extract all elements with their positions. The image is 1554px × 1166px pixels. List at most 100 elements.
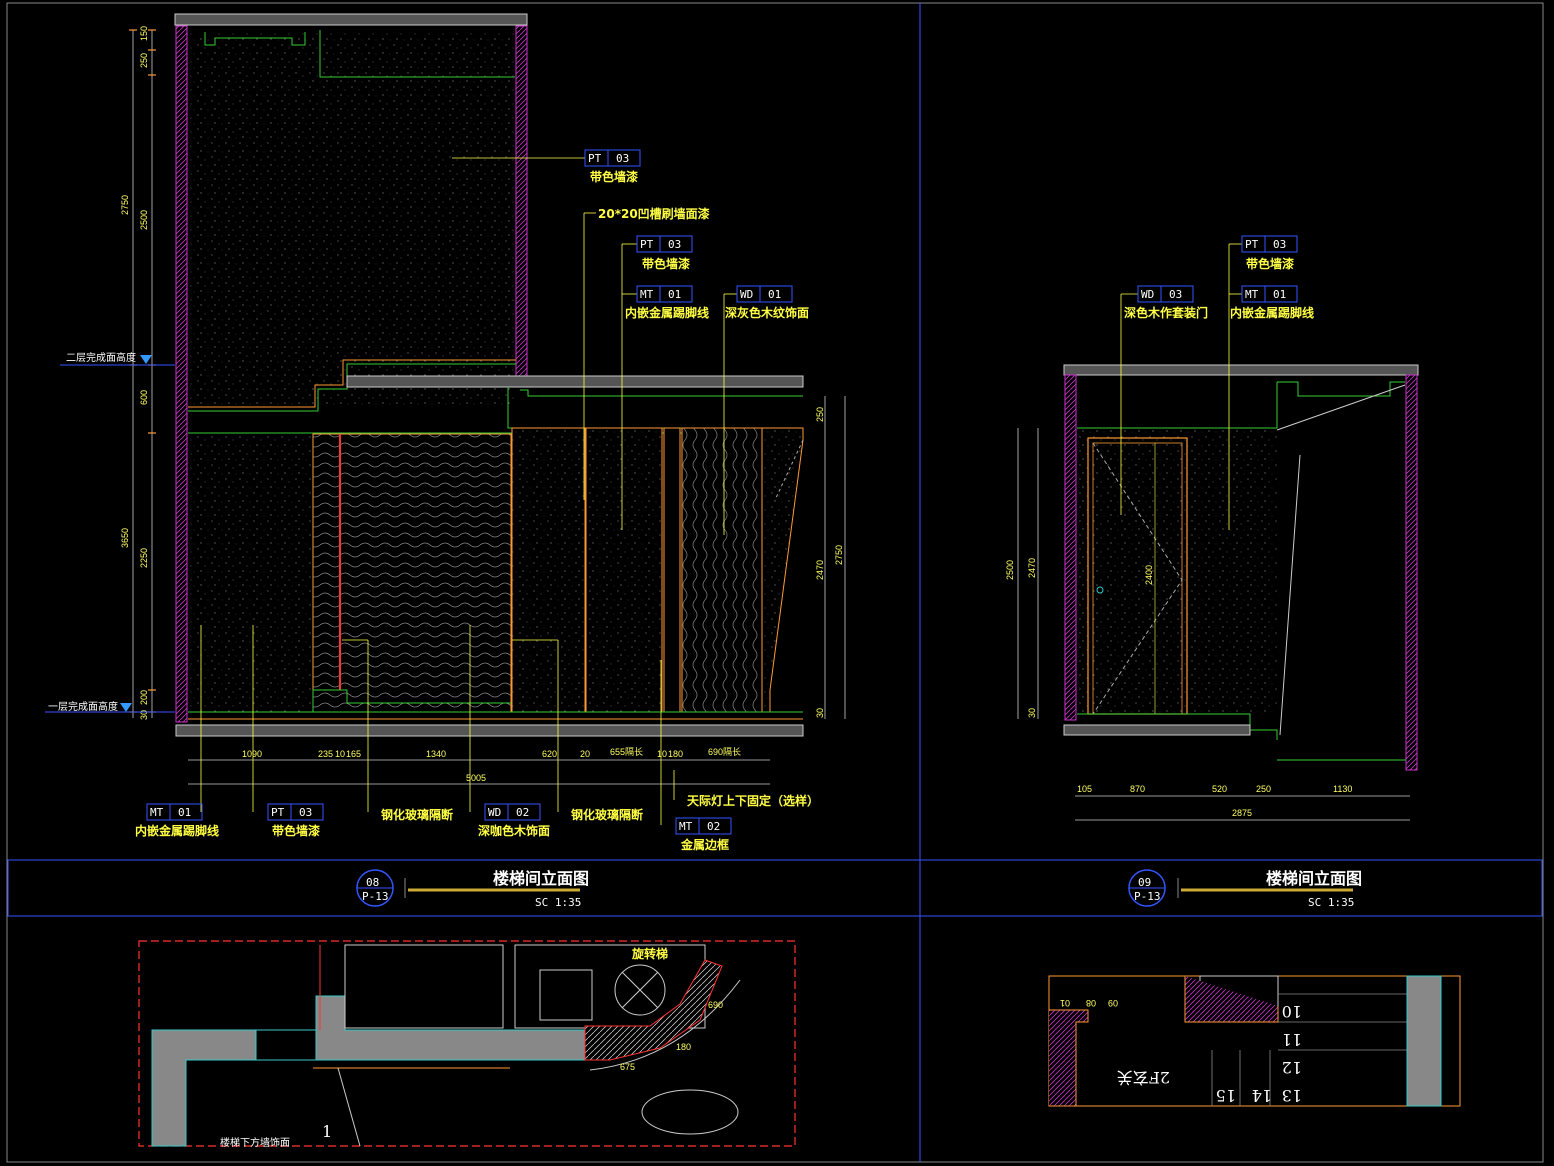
dim-b-655: 655隔长 — [610, 746, 643, 757]
tag-09-mt01: MT 01 内嵌金属踢脚线 — [1230, 285, 1314, 320]
svg-text:内嵌金属踢脚线: 内嵌金属踢脚线 — [625, 305, 709, 320]
dim-250: 250 — [139, 53, 149, 68]
dim-b-1340: 1340 — [426, 749, 446, 759]
dim-2750: 2750 — [120, 195, 130, 215]
dim-total-5005: 5005 — [466, 773, 486, 783]
ground-slab — [175, 724, 804, 737]
dim-b-10b: 10 — [657, 749, 667, 759]
svg-text:02: 02 — [707, 820, 720, 833]
left-wall — [175, 25, 188, 723]
bubble-ref-08: P-13 — [362, 890, 389, 903]
scale-09: SC 1:35 — [1308, 896, 1354, 909]
door-frame — [1087, 437, 1188, 715]
plan-dim-690: 690 — [708, 1000, 723, 1010]
svg-text:深色木作套装门: 深色木作套装门 — [1124, 305, 1208, 320]
dim-2250: 2250 — [139, 548, 149, 568]
svg-text:PT: PT — [588, 152, 602, 165]
svg-text:03: 03 — [668, 238, 681, 251]
svg-text:带色墙漆: 带色墙漆 — [1246, 256, 1294, 271]
dim-r-30: 30 — [815, 708, 825, 718]
plan-label-spiral: 旋转梯 — [631, 946, 668, 961]
wood-grain-panel — [681, 427, 763, 713]
plan-label-08: 08 — [1086, 998, 1096, 1008]
plan-label-15: 15 — [1216, 1086, 1236, 1105]
tag-09-pt03: PT 03 带色墙漆 — [1241, 235, 1298, 271]
plan-dim-180: 180 — [676, 1042, 691, 1052]
dim-600: 600 — [139, 390, 149, 405]
dim-09-520: 520 — [1212, 784, 1227, 794]
plan-label-1: 1 — [322, 1122, 332, 1141]
dim-r-250: 250 — [815, 407, 825, 422]
plan-right: 2F玄关 10 11 12 13 14 15 01 09 08 — [1048, 975, 1461, 1107]
plan-label-12: 12 — [1282, 1058, 1302, 1077]
level-1f-label: 一层完成面高度 — [48, 700, 118, 713]
dim-3650: 3650 — [120, 528, 130, 548]
elevation-08: 150 250 2750 2500 600 3650 2250 200 30 二… — [45, 13, 846, 909]
dim-09-2875: 2875 — [1232, 808, 1252, 818]
dim-09-2470: 2470 — [1027, 558, 1037, 578]
plan-dim-675: 675 — [620, 1062, 635, 1072]
svg-text:01: 01 — [768, 288, 781, 301]
svg-text:03: 03 — [1169, 288, 1182, 301]
plan-label-understair: 楼梯下方墙饰面 — [220, 1136, 290, 1149]
plan-label-09: 09 — [1108, 998, 1118, 1008]
dim-b-235: 235 — [318, 749, 333, 759]
dim-b-1090: 1090 — [242, 749, 262, 759]
dim-b-690: 690隔长 — [708, 746, 741, 757]
svg-text:03: 03 — [616, 152, 629, 165]
title-09: 楼梯间立面图 — [1266, 869, 1362, 888]
svg-text:WD: WD — [1141, 288, 1154, 301]
dim-09-105: 105 — [1077, 784, 1092, 794]
dim-r-2750: 2750 — [834, 545, 844, 565]
dim-b-20: 20 — [580, 749, 590, 759]
tag-wd02: WD 02 深咖色木饰面 — [478, 803, 550, 838]
svg-text:PT: PT — [640, 238, 654, 251]
svg-text:内嵌金属踢脚线: 内嵌金属踢脚线 — [135, 823, 219, 838]
svg-text:深灰色木纹饰面: 深灰色木纹饰面 — [725, 305, 809, 320]
dim-09-2500: 2500 — [1005, 560, 1015, 580]
tag-mt02: MT 02 金属边框 — [675, 817, 732, 852]
top-slab-09 — [1063, 364, 1419, 376]
note-skylight: 天际灯上下固定（选样） — [687, 793, 819, 808]
tag-09-wd03: WD 03 深色木作套装门 — [1124, 285, 1208, 320]
tag-mt01-bottom: MT 01 内嵌金属踢脚线 — [135, 803, 219, 838]
tag-pt03-bottom: PT 03 带色墙漆 — [267, 803, 324, 838]
plan-label-01: 01 — [1060, 998, 1070, 1008]
dim-b-620: 620 — [542, 749, 557, 759]
dim-door-2400: 2400 — [1144, 565, 1154, 585]
dim-200: 200 — [139, 690, 149, 705]
wood-panel-2 — [585, 427, 663, 713]
svg-text:WD: WD — [488, 806, 501, 819]
right-wall-09 — [1405, 374, 1418, 771]
svg-text:PT: PT — [271, 806, 285, 819]
svg-text:01: 01 — [668, 288, 681, 301]
tag-wd01: WD 01 深灰色木纹饰面 — [725, 285, 809, 320]
dim-09-250: 250 — [1256, 784, 1271, 794]
plan-label-14: 14 — [1252, 1086, 1272, 1105]
dim-09-870: 870 — [1130, 784, 1145, 794]
dim-r-2470: 2470 — [815, 560, 825, 580]
bubble-num-08: 08 — [366, 876, 379, 889]
svg-text:01: 01 — [1273, 288, 1286, 301]
lower-paint-panel — [188, 434, 312, 712]
dim-b-10: 10 — [335, 749, 345, 759]
svg-text:WD: WD — [740, 288, 753, 301]
note-glass-1: 钢化玻璃隔断 — [381, 807, 453, 822]
title-block-08: 08 P-13 楼梯间立面图 SC 1:35 — [356, 869, 589, 909]
svg-text:带色墙漆: 带色墙漆 — [590, 169, 638, 184]
plan-label-2f-foyer: 2F玄关 — [1117, 1068, 1170, 1087]
dim-2500: 2500 — [139, 210, 149, 230]
elevation-09: 2400 2500 2470 30 105 870 520 250 1130 2… — [1005, 235, 1419, 909]
wood-panel-1 — [511, 427, 586, 713]
top-slab — [174, 13, 528, 26]
note-glass-2: 钢化玻璃隔断 — [571, 807, 643, 822]
svg-text:02: 02 — [516, 806, 529, 819]
upper-wall-paint — [188, 32, 515, 407]
bubble-num-09: 09 — [1138, 876, 1151, 889]
dim-09-1130: 1130 — [1333, 784, 1352, 794]
level-2f-label: 二层完成面高度 — [66, 351, 136, 364]
dim-b-165: 165 — [346, 749, 361, 759]
svg-text:MT: MT — [679, 820, 693, 833]
svg-text:带色墙漆: 带色墙漆 — [642, 256, 690, 271]
svg-text:MT: MT — [150, 806, 164, 819]
